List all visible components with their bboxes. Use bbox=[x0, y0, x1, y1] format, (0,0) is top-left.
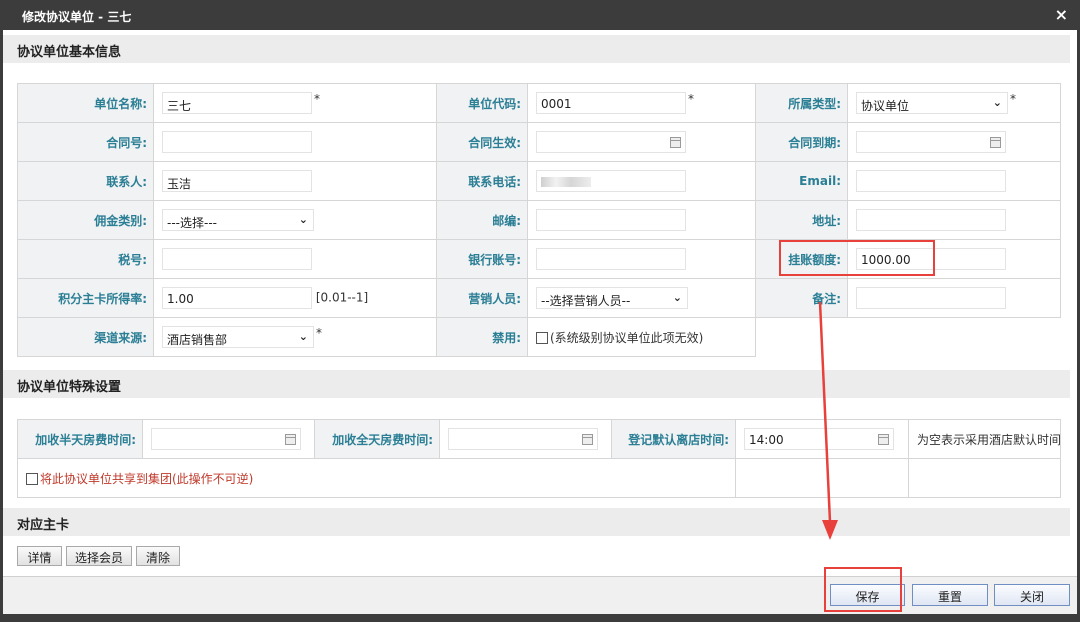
sales-label: 营销人员: bbox=[436, 278, 528, 318]
section-card-title: 对应主卡 bbox=[17, 518, 70, 533]
points-rate-input[interactable]: 1.00 bbox=[162, 287, 312, 309]
checkout-note: 为空表示采用酒店默认时间 bbox=[908, 419, 1061, 459]
section-basic-title: 协议单位基本信息 bbox=[17, 45, 122, 60]
commission-select-value: ---选择--- bbox=[167, 216, 217, 230]
disabled-label: 禁用: bbox=[436, 317, 528, 357]
disabled-text: (系统级别协议单位此项无效) bbox=[550, 330, 704, 345]
bank-account-label: 银行账号: bbox=[436, 239, 528, 279]
arrow-head bbox=[822, 520, 838, 540]
chevron-down-icon: ⌄ bbox=[298, 213, 308, 226]
unit-code-input[interactable]: 0001 bbox=[536, 92, 686, 114]
required-mark: * bbox=[688, 92, 694, 106]
commission-label: 佣金类别: bbox=[17, 200, 154, 240]
close-button[interactable]: 关闭 bbox=[994, 584, 1070, 606]
share-checkbox[interactable] bbox=[26, 473, 38, 485]
contact-label: 联系人: bbox=[17, 161, 154, 201]
window-title: 修改协议单位 - 三七 bbox=[22, 10, 132, 24]
commission-select[interactable]: ---选择--- ⌄ bbox=[162, 209, 314, 231]
select-member-button[interactable]: 选择会员 bbox=[66, 546, 132, 566]
unit-name-input[interactable]: 三七 bbox=[162, 92, 312, 114]
redacted-value bbox=[541, 177, 591, 187]
bank-account-input[interactable] bbox=[536, 248, 686, 270]
half-day-input[interactable] bbox=[151, 428, 301, 450]
required-mark: * bbox=[1010, 92, 1016, 106]
special-settings-table: 加收半天房费时间: 加收全天房费时间: 登记默认离店时间: 14:00 为空表示… bbox=[17, 419, 1061, 498]
channel-select-value: 酒店销售部 bbox=[167, 333, 228, 347]
phone-label: 联系电话: bbox=[436, 161, 528, 201]
type-select-value: 协议单位 bbox=[861, 99, 910, 113]
section-special-title: 协议单位特殊设置 bbox=[17, 380, 122, 395]
required-mark: * bbox=[314, 92, 320, 106]
calendar-icon[interactable] bbox=[878, 434, 889, 445]
points-rate-label: 积分主卡所得率: bbox=[17, 278, 154, 318]
contract-no-label: 合同号: bbox=[17, 122, 154, 162]
unit-name-label: 单位名称: bbox=[17, 83, 154, 123]
chevron-down-icon: ⌄ bbox=[672, 291, 682, 304]
disabled-checkbox[interactable] bbox=[536, 332, 548, 344]
window-titlebar: 修改协议单位 - 三七 × bbox=[0, 0, 1080, 30]
postcode-input[interactable] bbox=[536, 209, 686, 231]
share-text: 将此协议单位共享到集团(此操作不可逆) bbox=[40, 471, 254, 486]
chevron-down-icon: ⌄ bbox=[298, 330, 308, 343]
contract-end-input[interactable] bbox=[856, 131, 1006, 153]
checkout-label: 登记默认离店时间: bbox=[611, 419, 736, 459]
section-special-header: 协议单位特殊设置 bbox=[3, 370, 1070, 398]
empty-cell bbox=[908, 458, 1061, 498]
required-mark: * bbox=[316, 326, 322, 340]
clear-button[interactable]: 清除 bbox=[136, 546, 180, 566]
calendar-icon[interactable] bbox=[990, 137, 1001, 148]
contract-start-label: 合同生效: bbox=[436, 122, 528, 162]
contract-end-label: 合同到期: bbox=[755, 122, 848, 162]
sales-select-value: --选择营销人员-- bbox=[541, 294, 631, 308]
email-label: Email: bbox=[755, 161, 848, 201]
address-input[interactable] bbox=[856, 209, 1006, 231]
section-card-header: 对应主卡 bbox=[3, 508, 1070, 536]
save-highlight-box bbox=[824, 567, 902, 612]
basic-info-table: 单位名称: 三七 * 单位代码: 0001 * 所属类型: 协议单位 ⌄ * 合同号: … bbox=[17, 83, 1061, 357]
email-input[interactable] bbox=[856, 170, 1006, 192]
half-day-label: 加收半天房费时间: bbox=[17, 419, 143, 459]
detail-button[interactable]: 详情 bbox=[17, 546, 62, 566]
points-rate-hint: [0.01--1] bbox=[315, 290, 369, 305]
credit-limit-highlight-box bbox=[779, 240, 935, 276]
frame-bottom bbox=[0, 614, 1080, 622]
postcode-label: 邮编: bbox=[436, 200, 528, 240]
remark-input[interactable] bbox=[856, 287, 1006, 309]
section-basic-header: 协议单位基本信息 bbox=[3, 35, 1070, 63]
tax-no-input[interactable] bbox=[162, 248, 312, 270]
full-day-input[interactable] bbox=[448, 428, 598, 450]
empty-cell bbox=[847, 317, 1061, 357]
tax-no-label: 税号: bbox=[17, 239, 154, 279]
contact-input[interactable]: 玉洁 bbox=[162, 170, 312, 192]
phone-input[interactable] bbox=[536, 170, 686, 192]
checkout-value: 14:00 bbox=[749, 433, 784, 447]
full-day-label: 加收全天房费时间: bbox=[314, 419, 440, 459]
unit-code-label: 单位代码: bbox=[436, 83, 528, 123]
type-label: 所属类型: bbox=[755, 83, 848, 123]
type-select[interactable]: 协议单位 ⌄ bbox=[856, 92, 1008, 114]
calendar-icon[interactable] bbox=[670, 137, 681, 148]
close-icon[interactable]: × bbox=[1055, 5, 1068, 24]
arrow-shaft bbox=[818, 301, 832, 523]
channel-select[interactable]: 酒店销售部 ⌄ bbox=[162, 326, 314, 348]
address-label: 地址: bbox=[755, 200, 848, 240]
sales-select[interactable]: --选择营销人员-- ⌄ bbox=[536, 287, 688, 309]
chevron-down-icon: ⌄ bbox=[992, 96, 1002, 109]
channel-label: 渠道来源: bbox=[17, 317, 154, 357]
calendar-icon[interactable] bbox=[285, 434, 296, 445]
calendar-icon[interactable] bbox=[582, 434, 593, 445]
annotation-arrow-icon bbox=[818, 301, 838, 540]
contract-no-input[interactable] bbox=[162, 131, 312, 153]
reset-button[interactable]: 重置 bbox=[912, 584, 988, 606]
contract-start-input[interactable] bbox=[536, 131, 686, 153]
